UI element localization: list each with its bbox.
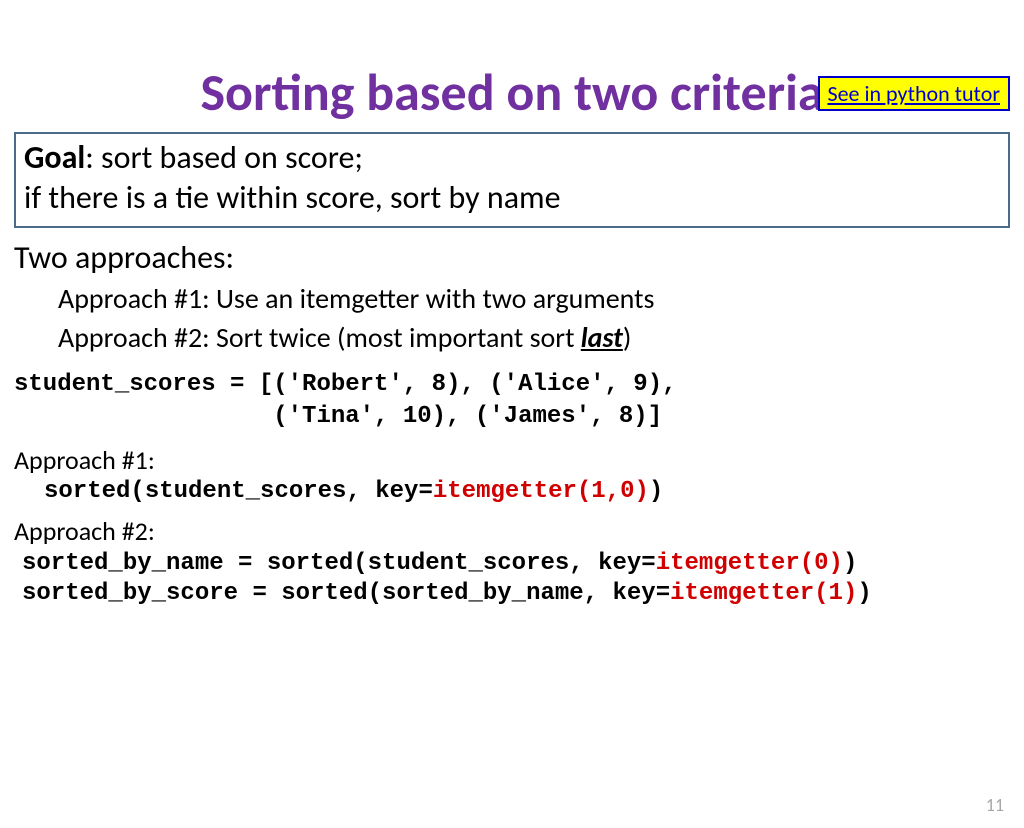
approach2-code-line1: sorted_by_name = sorted(student_scores, …: [22, 549, 1010, 579]
approach1-label: Approach #1:: [14, 444, 1010, 476]
page-number: 11: [986, 794, 1004, 816]
approach2-description: Approach #2: Sort twice (most important …: [58, 320, 1010, 355]
student-scores-code: student_scores = [('Robert', 8), ('Alice…: [14, 369, 1010, 434]
goal-line1: : sort based on score;: [85, 138, 363, 177]
two-approaches-heading: Two approaches:: [14, 238, 1010, 277]
goal-label: Goal: [24, 138, 85, 177]
tutor-link[interactable]: See in python tutor: [828, 80, 1001, 107]
goal-line2: if there is a tie within score, sort by …: [24, 178, 561, 217]
approach2-code-line2: sorted_by_score = sorted(sorted_by_name,…: [22, 579, 1010, 609]
tutor-link-box[interactable]: See in python tutor: [818, 76, 1011, 111]
last-emphasis: last: [581, 320, 623, 355]
approach1-code: sorted(student_scores, key=itemgetter(1,…: [44, 478, 1010, 505]
approach1-description: Approach #1: Use an itemgetter with two …: [58, 281, 1010, 316]
approach2-label: Approach #2:: [14, 515, 1010, 547]
goal-box: Goal: sort based on score; if there is a…: [14, 132, 1010, 228]
